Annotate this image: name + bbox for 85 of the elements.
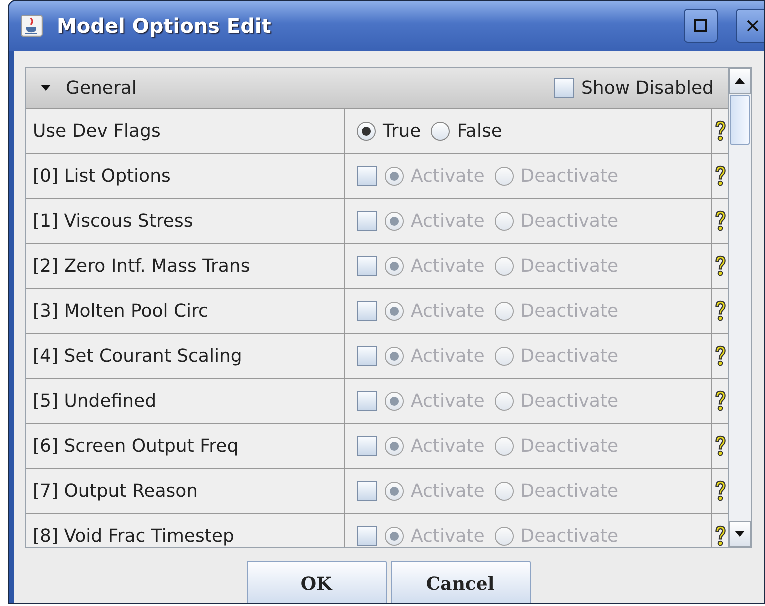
radio-label: Deactivate	[520, 480, 619, 502]
radio-label: Activate	[411, 526, 485, 546]
help-icon[interactable]	[712, 524, 728, 547]
radio-label: Deactivate	[520, 166, 619, 186]
help-icon[interactable]	[712, 254, 728, 278]
flag-checkbox[interactable]	[357, 301, 377, 321]
radio-button[interactable]	[494, 482, 514, 500]
radio-button[interactable]	[494, 436, 514, 456]
radio-label: Deactivate	[520, 300, 619, 322]
section-title: General	[66, 78, 137, 98]
option-label: [1] Viscous Stress	[33, 210, 194, 232]
flag-checkbox[interactable]	[357, 436, 377, 456]
up-arrow-icon	[734, 77, 746, 85]
option-label: [5] Undefined	[33, 390, 157, 412]
ok-button[interactable]: OK	[246, 561, 386, 603]
option-label: Use Dev Flags	[33, 120, 161, 142]
radio-button[interactable]	[385, 526, 404, 546]
option-label: [2] Zero Intf. Mass Trans	[33, 256, 250, 276]
radio-button[interactable]	[385, 302, 404, 320]
help-icon[interactable]	[712, 344, 728, 368]
help-icon[interactable]	[712, 479, 728, 503]
option-label: [8] Void Frac Timestep	[33, 526, 234, 546]
radio-button[interactable]	[385, 166, 404, 186]
radio-label: Activate	[411, 390, 485, 412]
window-title: Model Options Edit	[57, 14, 272, 38]
radio-button[interactable]	[431, 122, 450, 140]
maximize-button[interactable]	[684, 9, 718, 43]
flag-checkbox[interactable]	[357, 211, 377, 231]
radio-button[interactable]	[494, 256, 514, 276]
help-icon[interactable]	[712, 299, 728, 323]
flag-checkbox[interactable]	[357, 526, 377, 546]
option-label: [4] Set Courant Scaling	[33, 346, 242, 366]
radio-label: Deactivate	[520, 346, 619, 366]
radio-label: Deactivate	[520, 436, 619, 456]
radio-label: Activate	[411, 210, 485, 232]
radio-label: Activate	[411, 480, 485, 502]
radio-button[interactable]	[494, 212, 514, 230]
radio-button[interactable]	[494, 302, 514, 320]
radio-label: Deactivate	[520, 390, 619, 412]
radio-label: Deactivate	[520, 526, 619, 546]
radio-button[interactable]	[385, 436, 404, 456]
radio-label: False	[457, 120, 502, 142]
vertical-scrollbar[interactable]	[728, 68, 751, 547]
flag-checkbox[interactable]	[357, 481, 377, 501]
cup-icon	[21, 15, 43, 37]
down-arrow-icon	[734, 530, 746, 538]
help-icon[interactable]	[712, 434, 728, 458]
radio-button[interactable]	[494, 392, 514, 410]
radio-label: Activate	[411, 300, 485, 322]
radio-label: Activate	[411, 346, 485, 366]
option-label: [0] List Options	[33, 166, 171, 186]
scroll-thumb[interactable]	[730, 95, 750, 145]
flag-checkbox[interactable]	[357, 256, 377, 276]
radio-label: Deactivate	[520, 210, 619, 232]
close-icon	[746, 19, 760, 33]
radio-button[interactable]	[357, 122, 376, 140]
flag-checkbox[interactable]	[357, 166, 377, 186]
radio-label: Deactivate	[520, 256, 619, 276]
help-icon[interactable]	[712, 209, 728, 233]
radio-label: Activate	[411, 166, 485, 186]
radio-button[interactable]	[494, 166, 514, 186]
radio-button[interactable]	[385, 346, 404, 366]
option-label: [6] Screen Output Freq	[33, 436, 239, 456]
radio-button[interactable]	[385, 212, 404, 230]
maximize-icon	[694, 19, 708, 33]
radio-label: Activate	[411, 256, 485, 276]
radio-button[interactable]	[494, 526, 514, 546]
radio-button[interactable]	[494, 346, 514, 366]
radio-label: True	[383, 120, 422, 142]
show-disabled-label: Show Disabled	[582, 78, 714, 98]
cancel-button[interactable]: Cancel	[390, 561, 530, 603]
option-label: [3] Molten Pool Circ	[33, 300, 208, 322]
flag-checkbox[interactable]	[357, 346, 377, 366]
radio-button[interactable]	[385, 256, 404, 276]
radio-label: Activate	[411, 436, 485, 456]
radio-button[interactable]	[385, 392, 404, 410]
option-label: [7] Output Reason	[33, 480, 198, 502]
flag-checkbox[interactable]	[357, 391, 377, 411]
help-icon[interactable]	[712, 164, 728, 188]
scroll-down-button[interactable]	[729, 521, 751, 547]
close-button[interactable]	[736, 9, 764, 43]
radio-button[interactable]	[385, 482, 404, 500]
help-icon[interactable]	[712, 389, 728, 413]
scroll-up-button[interactable]	[729, 68, 751, 94]
help-icon[interactable]	[712, 119, 728, 143]
